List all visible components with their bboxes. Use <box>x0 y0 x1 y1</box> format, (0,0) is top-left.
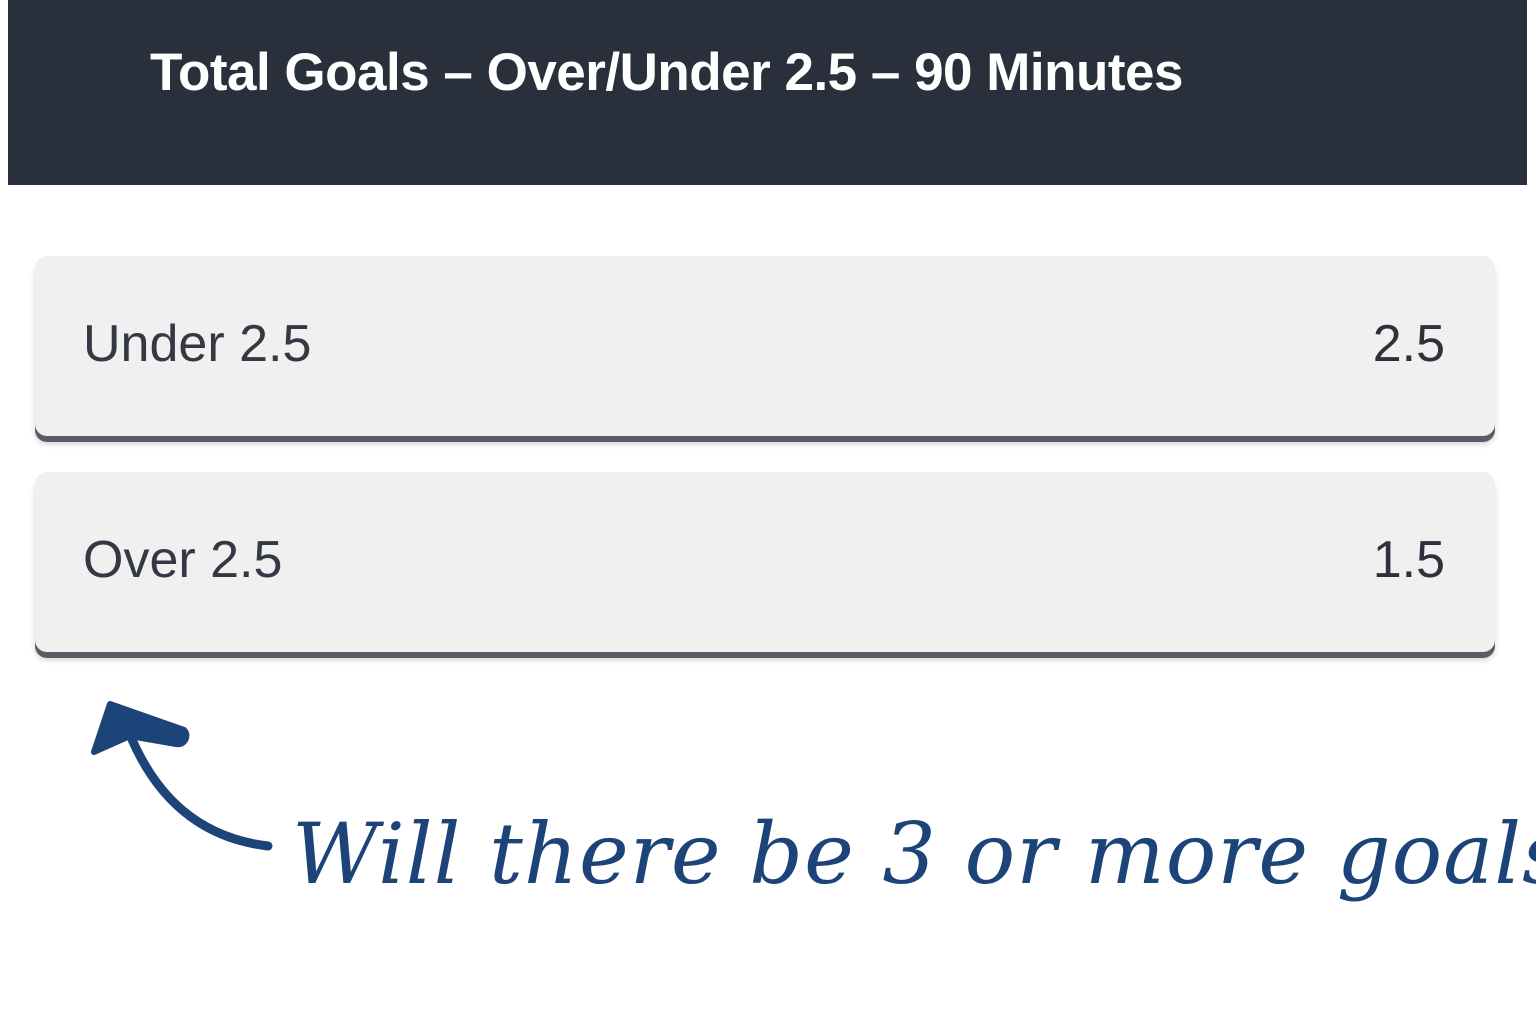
market-header: Total Goals – Over/Under 2.5 – 90 Minute… <box>8 0 1527 185</box>
option-under-odds: 2.5 <box>1372 315 1445 373</box>
annotation-text: Will there be 3 or more goals? <box>292 805 1536 903</box>
option-over-label: Over 2.5 <box>83 531 283 589</box>
option-over-odds: 1.5 <box>1372 531 1445 589</box>
curved-arrow-icon <box>91 701 273 851</box>
market-title: Total Goals – Over/Under 2.5 – 90 Minute… <box>150 43 1183 102</box>
page: Total Goals – Over/Under 2.5 – 90 Minute… <box>0 0 1536 1024</box>
option-under-label: Under 2.5 <box>83 315 312 373</box>
option-under-button[interactable]: Under 2.5 2.5 <box>35 256 1495 436</box>
option-over-button[interactable]: Over 2.5 1.5 <box>35 472 1495 652</box>
